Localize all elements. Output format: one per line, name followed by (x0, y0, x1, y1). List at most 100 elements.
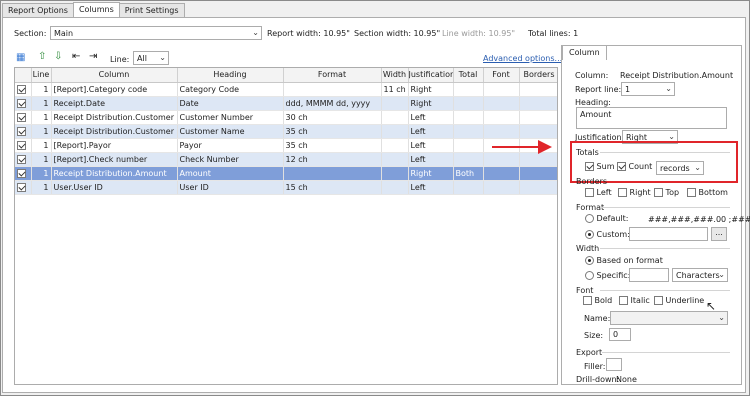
cell-column[interactable]: [Report].Check number (51, 152, 178, 167)
italic-checkbox[interactable]: Italic (619, 296, 650, 305)
cell-total[interactable] (453, 96, 484, 111)
checkbox-icon[interactable] (17, 182, 26, 192)
checkbox-icon[interactable] (17, 126, 26, 136)
cell-line[interactable]: 1 (31, 166, 52, 181)
cell-column[interactable]: User.User ID (51, 180, 178, 195)
cell-total[interactable] (453, 138, 484, 153)
cell-column[interactable]: Receipt Distribution.Customer nu... (51, 110, 178, 125)
cell-line[interactable]: 1 (31, 96, 52, 111)
cell-heading[interactable]: Date (177, 96, 284, 111)
cell-heading[interactable]: Check Number (177, 152, 284, 167)
row-checkbox-cell[interactable] (15, 138, 32, 153)
checkbox-icon[interactable] (17, 84, 26, 94)
checkbox-icon[interactable] (17, 168, 26, 178)
cell-format[interactable]: ddd, MMMM dd, yyyy (283, 96, 382, 111)
cell-total[interactable] (453, 152, 484, 167)
bold-checkbox[interactable]: Bold (583, 296, 612, 305)
cell-width[interactable] (381, 96, 409, 111)
cell-format[interactable]: 35 ch (283, 124, 382, 139)
cell-borders[interactable] (519, 96, 557, 111)
move-down-icon[interactable]: ⇩ (54, 51, 62, 63)
col-header-line[interactable]: Line (31, 68, 52, 83)
cell-heading[interactable]: Amount (177, 166, 284, 181)
row-checkbox-cell[interactable] (15, 82, 32, 97)
cell-format[interactable]: 35 ch (283, 138, 382, 153)
move-up-icon[interactable]: ⇧ (38, 51, 46, 63)
table-row[interactable]: 1 Receipt.Date Date ddd, MMMM dd, yyyy Right (15, 96, 557, 111)
cell-borders[interactable] (519, 180, 557, 195)
cell-width[interactable] (381, 110, 409, 125)
line-filter-select[interactable]: All ⌄ (133, 51, 169, 65)
tab-report-options[interactable]: Report Options (2, 3, 74, 17)
add-column-icon[interactable]: ▦ (16, 52, 25, 64)
cell-line[interactable]: 1 (31, 124, 52, 139)
table-row[interactable]: 1 User.User ID User ID 15 ch Left (15, 180, 557, 195)
indent-left-icon[interactable]: ⇤ (72, 51, 80, 63)
table-row[interactable]: 1 [Report].Category code Category Code 11 c… (15, 82, 557, 97)
cell-line[interactable]: 1 (31, 82, 52, 97)
cell-justification[interactable]: Left (408, 124, 454, 139)
cell-width[interactable] (381, 138, 409, 153)
cell-format[interactable]: 15 ch (283, 180, 382, 195)
cell-font[interactable] (483, 96, 520, 111)
heading-input[interactable]: Amount (576, 107, 727, 129)
tab-column[interactable]: Column (562, 45, 607, 60)
border-left-checkbox[interactable]: Left (585, 188, 612, 197)
custom-format-input[interactable] (629, 227, 708, 241)
indent-right-icon[interactable]: ⇥ (89, 51, 97, 63)
cell-justification[interactable]: Right (408, 96, 454, 111)
cell-font[interactable] (483, 110, 520, 125)
col-header-check[interactable] (15, 68, 32, 83)
border-bottom-checkbox[interactable]: Bottom (687, 188, 728, 197)
cell-line[interactable]: 1 (31, 180, 52, 195)
row-checkbox-cell[interactable] (15, 124, 32, 139)
filler-input[interactable] (606, 358, 622, 371)
cell-borders[interactable] (519, 124, 557, 139)
cell-column[interactable]: [Report].Category code (51, 82, 178, 97)
cell-total[interactable]: Both (453, 166, 484, 181)
col-header-format[interactable]: Format (283, 68, 382, 83)
cell-justification[interactable]: Left (408, 138, 454, 153)
report-line-select[interactable]: 1 ⌄ (621, 82, 675, 96)
cell-font[interactable] (483, 124, 520, 139)
table-row[interactable]: 1Receipt Distribution.Customer nu...Cust… (15, 110, 557, 125)
table-row[interactable]: 1Receipt Distribution.Customer nameCusto… (15, 124, 557, 139)
table-row[interactable]: 1 Receipt Distribution.Amount Amount Right B… (15, 166, 557, 181)
columns-grid[interactable]: Line Column Heading Format Width Justifi… (14, 67, 558, 385)
cell-borders[interactable] (519, 152, 557, 167)
cell-column[interactable]: Receipt Distribution.Amount (51, 166, 178, 181)
font-size-spinner[interactable]: 0 (609, 328, 631, 341)
col-header-borders[interactable]: Borders (519, 68, 557, 83)
cell-total[interactable] (453, 110, 484, 125)
cell-heading[interactable]: Customer Number (177, 110, 284, 125)
width-based-radio[interactable]: Based on format (585, 256, 663, 265)
col-header-heading[interactable]: Heading (177, 68, 284, 83)
row-checkbox-cell[interactable] (15, 96, 32, 111)
cell-total[interactable] (453, 124, 484, 139)
cell-justification[interactable]: Left (408, 152, 454, 167)
cell-width[interactable]: 11 ch (381, 82, 409, 97)
col-header-column[interactable]: Column (51, 68, 178, 83)
cell-justification[interactable]: Right (408, 166, 454, 181)
border-top-checkbox[interactable]: Top (654, 188, 679, 197)
border-right-checkbox[interactable]: Right (618, 188, 651, 197)
col-header-total[interactable]: Total (453, 68, 484, 83)
cell-width[interactable] (381, 180, 409, 195)
cell-format[interactable]: 12 ch (283, 152, 382, 167)
cell-column[interactable]: [Report].Payor (51, 138, 178, 153)
cell-line[interactable]: 1 (31, 152, 52, 167)
row-checkbox-cell[interactable] (15, 166, 32, 181)
checkbox-icon[interactable] (17, 112, 26, 122)
format-default-radio[interactable]: Default: (585, 214, 628, 223)
checkbox-icon[interactable] (17, 140, 26, 150)
cell-font[interactable] (483, 152, 520, 167)
cell-format[interactable]: 30 ch (283, 110, 382, 125)
format-custom-radio[interactable]: Custom: (585, 230, 630, 239)
row-checkbox-cell[interactable] (15, 152, 32, 167)
col-header-font[interactable]: Font (483, 68, 520, 83)
cell-column[interactable]: Receipt.Date (51, 96, 178, 111)
underline-checkbox[interactable]: Underline (654, 296, 704, 305)
cell-heading[interactable]: User ID (177, 180, 284, 195)
table-row[interactable]: 1 [Report].Payor Payor 35 ch Left (15, 138, 557, 153)
tab-columns[interactable]: Columns (72, 2, 120, 18)
